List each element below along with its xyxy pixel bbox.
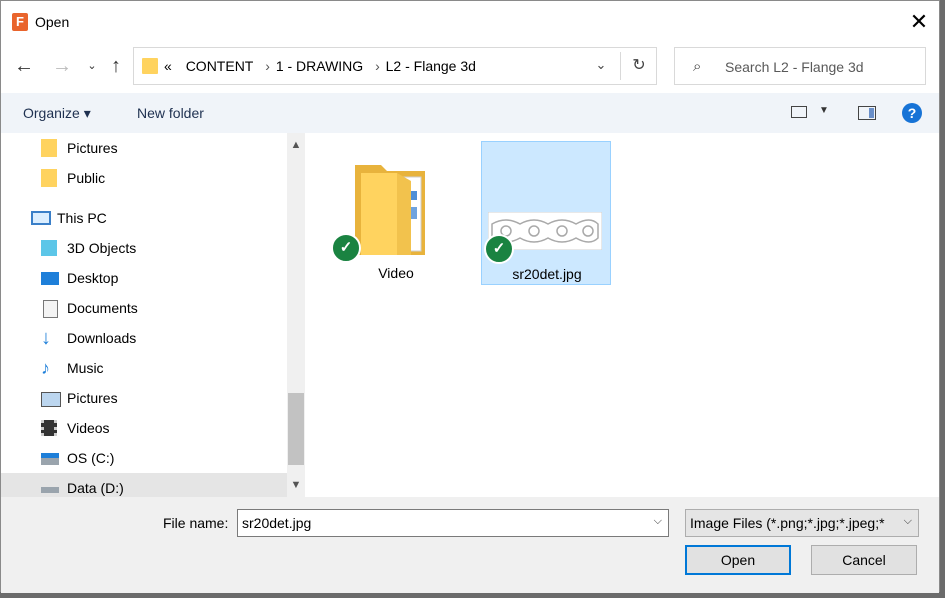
- file-item-video-folder[interactable]: ✓ Video: [331, 141, 461, 285]
- sidebar-item-label: Videos: [67, 420, 110, 436]
- file-list: ✓ Video ✓ sr20det.jpg: [305, 133, 939, 497]
- desktop-icon: [41, 272, 59, 285]
- search-icon: ⌕: [693, 58, 702, 75]
- drive-icon: [41, 487, 59, 493]
- scroll-down-icon[interactable]: ▼: [287, 475, 305, 495]
- sidebar-item-label: Pictures: [67, 390, 118, 406]
- address-dropdown-icon[interactable]: ⌄: [590, 57, 612, 77]
- document-icon: [43, 300, 58, 318]
- forward-arrow-icon[interactable]: →: [51, 54, 73, 78]
- up-arrow-icon[interactable]: ↑: [105, 54, 127, 78]
- back-arrow-icon[interactable]: ←: [13, 54, 35, 78]
- breadcrumb-separator-icon[interactable]: ›: [375, 58, 380, 74]
- open-file-dialog: F Open ✕ ← → ⌄ ↑ « CONTENT › 1 - DRAWING…: [0, 0, 940, 593]
- file-name-input[interactable]: sr20det.jpg ⌵: [237, 509, 669, 537]
- close-button[interactable]: ✕: [906, 11, 932, 35]
- sidebar-item-this-pc[interactable]: This PC: [31, 203, 281, 233]
- app-icon: F: [12, 13, 28, 31]
- file-item-sr20det-jpg[interactable]: ✓ sr20det.jpg: [481, 141, 611, 285]
- sidebar-item-label: OS (C:): [67, 450, 115, 466]
- address-bar[interactable]: « CONTENT › 1 - DRAWING › L2 - Flange 3d…: [133, 47, 657, 85]
- sidebar-item-3d-objects[interactable]: 3D Objects: [41, 233, 281, 263]
- sidebar-item-label: Music: [67, 360, 104, 376]
- sidebar-item-public[interactable]: Public: [41, 163, 281, 193]
- sidebar-item-label: Desktop: [67, 270, 119, 286]
- pictures-icon: [41, 392, 61, 407]
- file-name-label: Video: [378, 265, 414, 281]
- organize-button[interactable]: Organize ▾: [23, 105, 91, 122]
- breadcrumb-overflow[interactable]: «: [164, 58, 172, 74]
- file-type-select[interactable]: Image Files (*.png;*.jpg;*.jpeg;* ⌵: [685, 509, 919, 537]
- view-options-dropdown-icon[interactable]: ▼: [819, 105, 829, 116]
- sidebar-item-pictures-2[interactable]: Pictures: [41, 383, 281, 413]
- new-folder-button[interactable]: New folder: [137, 105, 204, 121]
- chevron-down-icon[interactable]: ⌵: [654, 515, 662, 528]
- breadcrumb-drawing[interactable]: 1 - DRAWING: [276, 58, 363, 74]
- file-name-label: sr20det.jpg: [512, 266, 582, 282]
- recent-locations-chevron-icon[interactable]: ⌄: [81, 54, 103, 78]
- sidebar-item-label: 3D Objects: [67, 240, 137, 256]
- file-name-label: File name:: [163, 515, 229, 531]
- navigation-pane: Pictures Public This PC 3D Objects Deskt…: [1, 133, 305, 503]
- breadcrumb-content[interactable]: CONTENT: [186, 58, 254, 74]
- cancel-button[interactable]: Cancel: [811, 545, 917, 575]
- sync-status-check-icon: ✓: [331, 233, 361, 263]
- sidebar-item-videos[interactable]: Videos: [41, 413, 281, 443]
- sidebar-item-label: This PC: [57, 210, 107, 226]
- sidebar-item-desktop[interactable]: Desktop: [41, 263, 281, 293]
- download-icon: ↓: [41, 327, 51, 349]
- chevron-down-icon[interactable]: ⌵: [904, 515, 912, 528]
- sidebar-item-pictures[interactable]: Pictures: [41, 133, 281, 163]
- cube-icon: [41, 240, 57, 256]
- large-folder-icon: [355, 165, 425, 255]
- file-name-value: sr20det.jpg: [242, 515, 312, 531]
- navigation-scrollbar[interactable]: ▲ ▼: [287, 133, 305, 497]
- scrollbar-thumb[interactable]: [288, 393, 304, 465]
- film-icon: [41, 420, 57, 436]
- sync-status-check-icon: ✓: [484, 234, 514, 264]
- folder-icon: [142, 58, 158, 74]
- file-type-value: Image Files (*.png;*.jpg;*.jpeg;*: [690, 515, 885, 531]
- sidebar-item-label: Documents: [67, 300, 138, 316]
- sidebar-item-label: Public: [67, 170, 106, 186]
- open-button[interactable]: Open: [685, 545, 791, 575]
- search-box[interactable]: ⌕ Search L2 - Flange 3d: [674, 47, 926, 85]
- breadcrumb: « CONTENT › 1 - DRAWING › L2 - Flange 3d: [164, 58, 478, 74]
- sidebar-item-label: Pictures: [67, 140, 118, 156]
- sidebar-item-documents[interactable]: Documents: [41, 293, 281, 323]
- breadcrumb-flange[interactable]: L2 - Flange 3d: [386, 58, 476, 74]
- computer-icon: [31, 211, 51, 225]
- sidebar-item-music[interactable]: ♪ Music: [41, 353, 281, 383]
- change-view-icon[interactable]: [791, 106, 807, 118]
- breadcrumb-separator-icon[interactable]: ›: [265, 58, 270, 74]
- footer-panel: File name: sr20det.jpg ⌵ Image Files (*.…: [1, 497, 939, 593]
- scroll-up-icon[interactable]: ▲: [287, 135, 305, 155]
- music-icon: ♪: [41, 358, 50, 378]
- refresh-icon[interactable]: ↻: [620, 52, 657, 80]
- search-input[interactable]: Search L2 - Flange 3d: [725, 59, 864, 75]
- folder-icon: [41, 139, 57, 157]
- address-row: ← → ⌄ ↑ « CONTENT › 1 - DRAWING › L2 - F…: [1, 43, 939, 93]
- sidebar-item-os-c[interactable]: OS (C:): [41, 443, 281, 473]
- folder-icon: [41, 169, 57, 187]
- dialog-title: Open: [35, 14, 70, 30]
- os-drive-icon: [41, 453, 59, 465]
- help-icon[interactable]: ?: [902, 103, 922, 123]
- preview-pane-icon[interactable]: [858, 106, 876, 120]
- title-bar: F Open ✕: [1, 1, 939, 43]
- command-bar: Organize ▾ New folder ▼ ?: [1, 93, 939, 133]
- sidebar-item-downloads[interactable]: ↓ Downloads: [41, 323, 281, 353]
- sidebar-item-label: Downloads: [67, 330, 137, 346]
